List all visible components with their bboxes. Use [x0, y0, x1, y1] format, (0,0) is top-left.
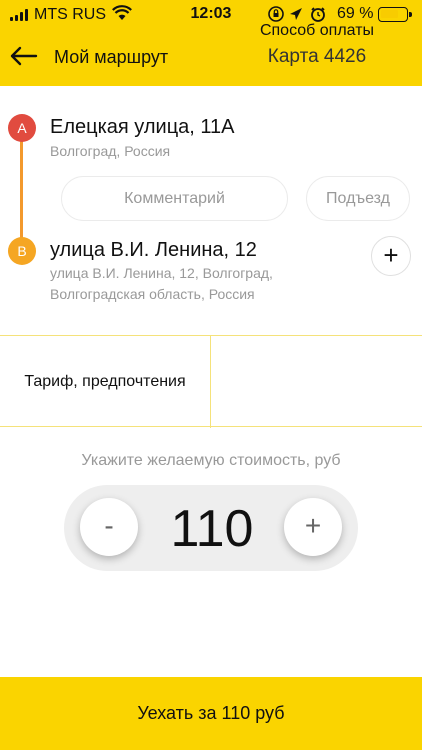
- order-button[interactable]: Уехать за 110 руб: [0, 677, 422, 750]
- entrance-button[interactable]: Подъезд: [306, 176, 410, 221]
- point-a-city: Волгоград, Россия: [50, 143, 171, 159]
- top-bar: MTS RUS 12:03 69 % Мой маршрут: [0, 0, 422, 86]
- battery-percent: 69 %: [337, 5, 374, 22]
- location-arrow-icon: [290, 8, 302, 20]
- arrow-left-icon: [10, 46, 38, 66]
- point-b-line2: Волгоградская область, Россия: [50, 286, 255, 302]
- price-plus-button[interactable]: +: [284, 498, 342, 556]
- point-a-address[interactable]: Елецкая улица, 11А: [50, 116, 234, 139]
- tariff-button[interactable]: Тариф, предпочтения: [0, 336, 210, 428]
- battery-fill: [381, 10, 398, 18]
- price-value[interactable]: 110: [140, 498, 284, 560]
- battery-icon: [378, 7, 412, 22]
- back-button[interactable]: [8, 40, 40, 72]
- payment-title[interactable]: Способ оплаты: [212, 22, 422, 40]
- alarm-icon: [311, 7, 325, 22]
- price-label: Укажите желаемую стоимость, руб: [81, 452, 341, 469]
- point-a-marker: A: [8, 114, 36, 142]
- page-title: Мой маршрут: [54, 47, 169, 67]
- options-divider: [210, 336, 211, 428]
- plus-icon: +: [383, 240, 399, 270]
- price-minus-button[interactable]: -: [80, 498, 138, 556]
- point-b-line1: улица В.И. Ленина, 12, Волгоград,: [50, 265, 273, 281]
- comment-button[interactable]: Комментарий: [61, 176, 288, 221]
- add-stop-button[interactable]: +: [371, 236, 411, 276]
- point-b-address[interactable]: улица В.И. Ленина, 12: [50, 239, 257, 262]
- options-panel: Тариф, предпочтения: [0, 335, 422, 428]
- route-line: [20, 140, 23, 242]
- payment-value[interactable]: Карта 4426: [212, 46, 422, 68]
- rotation-lock-icon: [268, 6, 284, 22]
- point-b-marker: B: [8, 237, 36, 265]
